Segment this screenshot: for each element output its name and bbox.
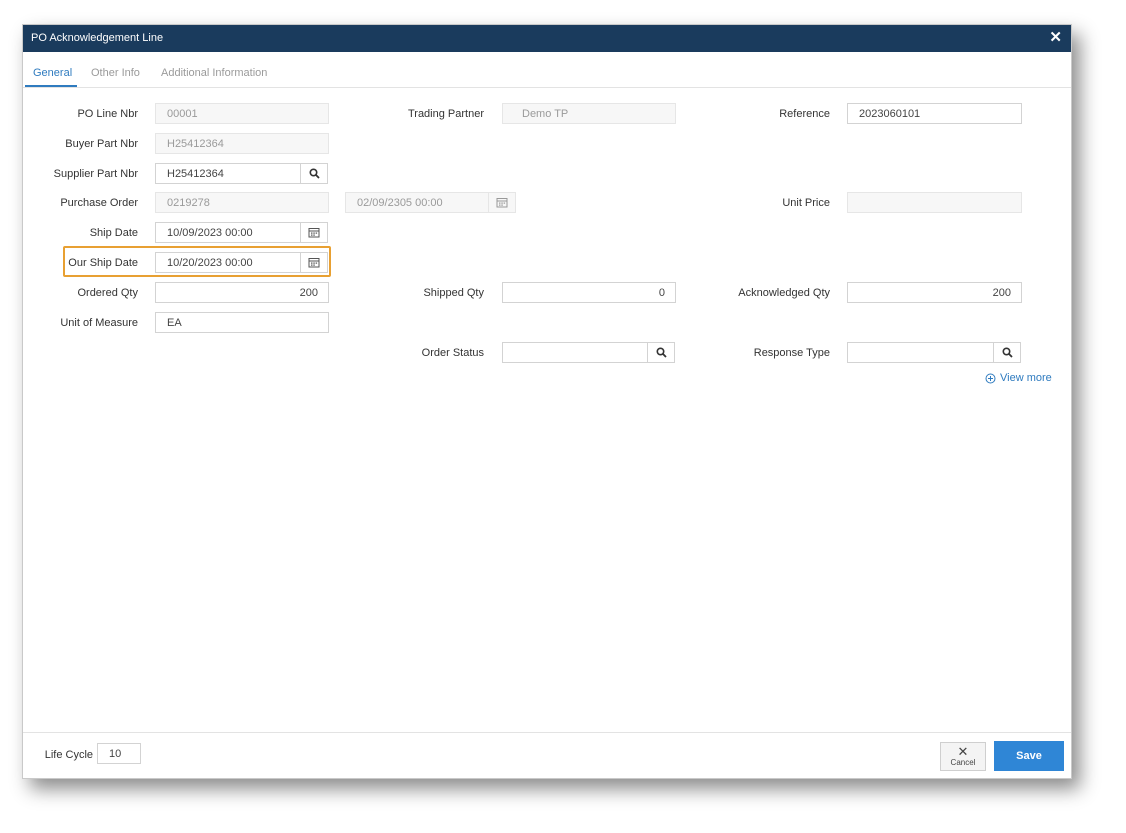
purchase-order-label: Purchase Order <box>60 197 138 209</box>
reference-field[interactable] <box>847 103 1022 124</box>
cancel-label: Cancel <box>950 758 976 767</box>
unit-of-measure-field[interactable] <box>155 312 329 333</box>
po-line-nbr-field <box>155 103 329 124</box>
our-ship-date-highlight <box>63 246 331 277</box>
po-line-nbr-label: PO Line Nbr <box>77 108 138 120</box>
acknowledged-qty-label: Acknowledged Qty <box>738 287 830 299</box>
dialog-title: PO Acknowledgement Line <box>31 32 164 44</box>
supplier-part-nbr-label: Supplier Part Nbr <box>53 168 138 180</box>
supplier-part-search-button[interactable] <box>300 163 328 184</box>
shipped-qty-field[interactable] <box>502 282 676 303</box>
ship-date-picker-button[interactable] <box>300 222 328 243</box>
cancel-button[interactable]: ✕ Cancel <box>940 742 986 771</box>
response-type-label: Response Type <box>753 347 830 359</box>
ship-date-label: Ship Date <box>89 227 138 239</box>
tab-bar: General Other Info Additional Informatio… <box>23 52 1071 88</box>
supplier-part-nbr-field[interactable] <box>155 163 301 184</box>
po-acknowledgement-line-dialog: PO Acknowledgement Line ✕ General Other … <box>22 24 1072 779</box>
tab-additional-information[interactable]: Additional Information <box>161 67 267 79</box>
order-status-search-button[interactable] <box>647 342 675 363</box>
tab-general[interactable]: General <box>33 67 72 79</box>
tab-other-info[interactable]: Other Info <box>91 67 140 79</box>
plus-circle-icon <box>985 373 996 383</box>
purchase-order-date-button <box>488 192 516 213</box>
ship-date-field[interactable] <box>155 222 301 243</box>
purchase-order-field <box>155 192 329 213</box>
search-icon <box>655 347 667 358</box>
order-status-field[interactable] <box>502 342 648 363</box>
response-type-field[interactable] <box>847 342 994 363</box>
reference-label: Reference <box>779 108 830 120</box>
unit-price-field <box>847 192 1022 213</box>
search-icon <box>308 168 320 179</box>
shipped-qty-label: Shipped Qty <box>423 287 484 299</box>
active-tab-indicator <box>25 85 77 87</box>
trading-partner-field <box>502 103 676 124</box>
ordered-qty-field[interactable] <box>155 282 329 303</box>
acknowledged-qty-field[interactable] <box>847 282 1022 303</box>
buyer-part-nbr-label: Buyer Part Nbr <box>65 138 138 150</box>
order-status-label: Order Status <box>421 347 484 359</box>
calendar-icon <box>308 228 320 238</box>
response-type-search-button[interactable] <box>993 342 1021 363</box>
dialog-titlebar: PO Acknowledgement Line ✕ <box>23 25 1071 52</box>
view-more-label: View more <box>1000 372 1052 384</box>
view-more-link[interactable]: View more <box>985 372 1052 384</box>
close-icon[interactable]: ✕ <box>1049 30 1062 45</box>
unit-of-measure-label: Unit of Measure <box>60 317 138 329</box>
close-icon: ✕ <box>957 744 969 759</box>
trading-partner-label: Trading Partner <box>407 108 484 120</box>
purchase-order-date-field <box>345 192 491 213</box>
dialog-footer: Life Cycle ✕ Cancel Save <box>23 732 1071 778</box>
buyer-part-nbr-field <box>155 133 329 154</box>
unit-price-label: Unit Price <box>782 197 830 209</box>
calendar-icon <box>496 198 508 208</box>
save-button[interactable]: Save <box>994 741 1064 771</box>
life-cycle-field[interactable] <box>97 743 141 764</box>
ordered-qty-label: Ordered Qty <box>77 287 138 299</box>
life-cycle-label: Life Cycle <box>44 749 93 761</box>
search-icon <box>1001 347 1013 358</box>
